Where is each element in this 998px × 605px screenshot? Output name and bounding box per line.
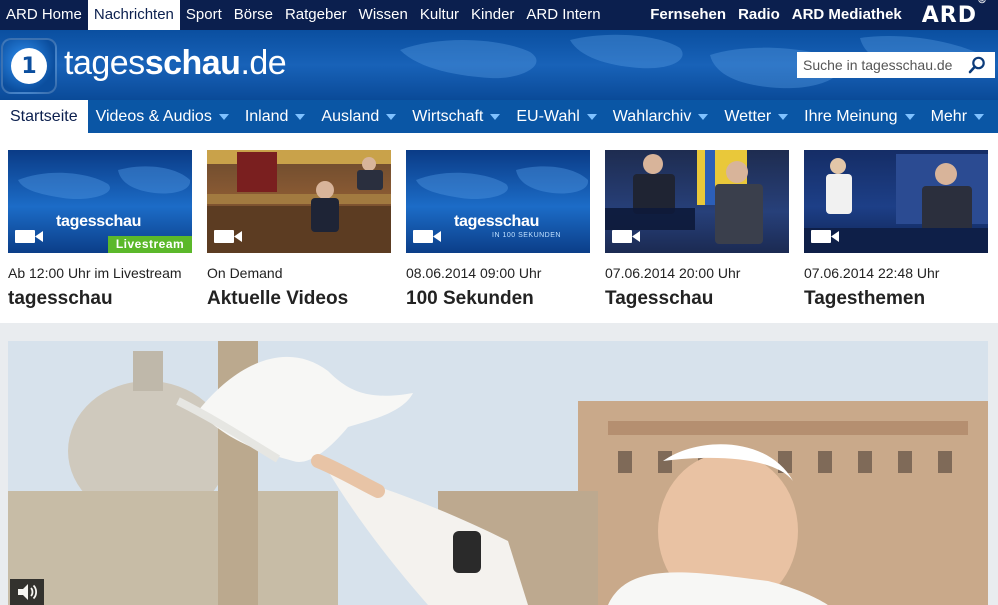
ard-link-fernsehen[interactable]: Fernsehen	[644, 0, 732, 30]
site-header: 1 tagesschau.de	[0, 30, 998, 100]
teaser-thumbnail[interactable]	[207, 150, 391, 253]
video-camera-icon	[811, 230, 839, 243]
hero-image[interactable]	[8, 341, 988, 605]
ard-logo-sup: ®	[977, 0, 988, 7]
nav-tab-label: Wahlarchiv	[612, 108, 692, 125]
nav-tab-label: Ausland	[321, 108, 380, 125]
nav-tab-ihre-meinung[interactable]: Ihre Meinung	[796, 100, 922, 133]
nav-tab-label: Wetter	[724, 108, 772, 125]
chevron-down-icon	[586, 113, 597, 120]
video-camera-icon	[214, 230, 242, 243]
chevron-down-icon	[974, 113, 985, 120]
teaser-aktuelle-videos[interactable]: On Demand Aktuelle Videos	[207, 150, 391, 310]
teaser-meta: 07.06.2014 20:00 Uhr	[605, 265, 741, 281]
brand-tld: .de	[240, 44, 287, 82]
nav-tab-inland[interactable]: Inland	[237, 100, 314, 133]
video-camera-icon	[15, 230, 43, 243]
tagesschau-logo-icon[interactable]: 1	[1, 38, 57, 94]
ard-link-kinder[interactable]: Kinder	[465, 0, 520, 30]
nav-tab-videos-audios[interactable]: Videos & Audios	[88, 100, 237, 133]
chevron-down-icon	[778, 113, 789, 120]
video-teaser-row: tagesschau Livestream Ab 12:00 Uhr im Li…	[0, 133, 998, 323]
teaser-meta: 07.06.2014 22:48 Uhr	[804, 265, 940, 281]
sound-toggle-button[interactable]	[10, 579, 44, 605]
teaser-meta: On Demand	[207, 265, 283, 281]
teaser-title[interactable]: 100 Sekunden	[406, 288, 590, 310]
chevron-down-icon	[698, 113, 709, 120]
nav-tab-wirtschaft[interactable]: Wirtschaft	[404, 100, 508, 133]
teaser-livestream[interactable]: tagesschau Livestream Ab 12:00 Uhr im Li…	[8, 150, 192, 310]
teaser-100-sekunden[interactable]: tagesschau IN 100 SEKUNDEN 08.06.2014 09…	[406, 150, 590, 310]
video-camera-icon	[612, 230, 640, 243]
nav-tab-wahlarchiv[interactable]: Wahlarchiv	[605, 100, 717, 133]
ard-link-ratgeber[interactable]: Ratgeber	[279, 0, 353, 30]
chevron-down-icon	[295, 113, 306, 120]
thumb-sub-text: IN 100 SEKUNDEN	[492, 232, 561, 239]
nav-tab-label: Videos & Audios	[95, 108, 212, 125]
ard-logo[interactable]: ARD®	[908, 0, 998, 28]
thumb-logo-text: tagesschau	[56, 213, 142, 230]
nav-tab-wetter[interactable]: Wetter	[716, 100, 796, 133]
nav-tab-label: Inland	[244, 108, 289, 125]
teaser-meta: 08.06.2014 09:00 Uhr	[406, 265, 542, 281]
teaser-tagesschau[interactable]: 07.06.2014 20:00 Uhr Tagesschau	[605, 150, 789, 310]
teaser-title[interactable]: Aktuelle Videos	[207, 288, 391, 310]
video-camera-icon	[413, 230, 441, 243]
ard-link-home[interactable]: ARD Home	[0, 0, 88, 30]
teaser-tagesthemen[interactable]: 07.06.2014 22:48 Uhr Tagesthemen	[804, 150, 988, 310]
teaser-thumbnail[interactable]	[605, 150, 789, 253]
brand-light: tages	[64, 44, 145, 82]
ard-link-radio[interactable]: Radio	[732, 0, 786, 30]
chevron-down-icon	[490, 113, 501, 120]
speaker-icon	[18, 584, 38, 600]
teaser-meta: Ab 12:00 Uhr im Livestream	[8, 265, 182, 281]
ard-link-kultur[interactable]: Kultur	[414, 0, 465, 30]
nav-tab-label: Mehr	[930, 108, 968, 125]
teaser-thumbnail[interactable]: tagesschau IN 100 SEKUNDEN	[406, 150, 590, 253]
teaser-title[interactable]: Tagesthemen	[804, 288, 988, 310]
ard-link-sport[interactable]: Sport	[180, 0, 228, 30]
thumb-logo-text: tagesschau	[454, 213, 540, 230]
nav-tab-eu-wahl[interactable]: EU-Wahl	[508, 100, 604, 133]
ard-link-intern[interactable]: ARD Intern	[520, 0, 606, 30]
nav-tab-label: Ihre Meinung	[804, 108, 898, 125]
nav-tab-label: Startseite	[10, 108, 78, 125]
main-nav: Startseite Videos & Audios Inland Auslan…	[0, 100, 998, 133]
nav-tab-label: EU-Wahl	[516, 108, 580, 125]
nav-tab-ausland[interactable]: Ausland	[313, 100, 404, 133]
teaser-thumbnail[interactable]	[804, 150, 988, 253]
nav-tab-label: Wirtschaft	[412, 108, 484, 125]
chevron-down-icon	[218, 113, 229, 120]
search-input[interactable]	[797, 53, 962, 77]
search-button[interactable]	[962, 52, 992, 78]
ard-link-wissen[interactable]: Wissen	[353, 0, 414, 30]
nav-tab-startseite[interactable]: Startseite	[0, 100, 88, 133]
nav-tab-mehr[interactable]: Mehr	[923, 100, 992, 133]
teaser-title[interactable]: Tagesschau	[605, 288, 789, 310]
ard-link-boerse[interactable]: Börse	[228, 0, 279, 30]
teaser-title[interactable]: tagesschau	[8, 288, 192, 310]
livestream-badge: Livestream	[108, 236, 192, 253]
brand-bold: schau	[144, 44, 241, 82]
ard-network-bar: ARD Home Nachrichten Sport Börse Ratgebe…	[0, 0, 998, 30]
teaser-thumbnail[interactable]: tagesschau Livestream	[8, 150, 192, 253]
search-icon	[968, 56, 985, 74]
search-box	[797, 52, 995, 78]
ard-link-nachrichten[interactable]: Nachrichten	[87, 0, 180, 30]
ard-link-mediathek[interactable]: ARD Mediathek	[786, 0, 908, 30]
hero-photo	[8, 341, 988, 605]
ard-logo-text: ARD	[921, 2, 977, 28]
site-brand[interactable]: tagesschau.de	[64, 44, 287, 83]
chevron-down-icon	[386, 113, 397, 120]
chevron-down-icon	[904, 113, 915, 120]
